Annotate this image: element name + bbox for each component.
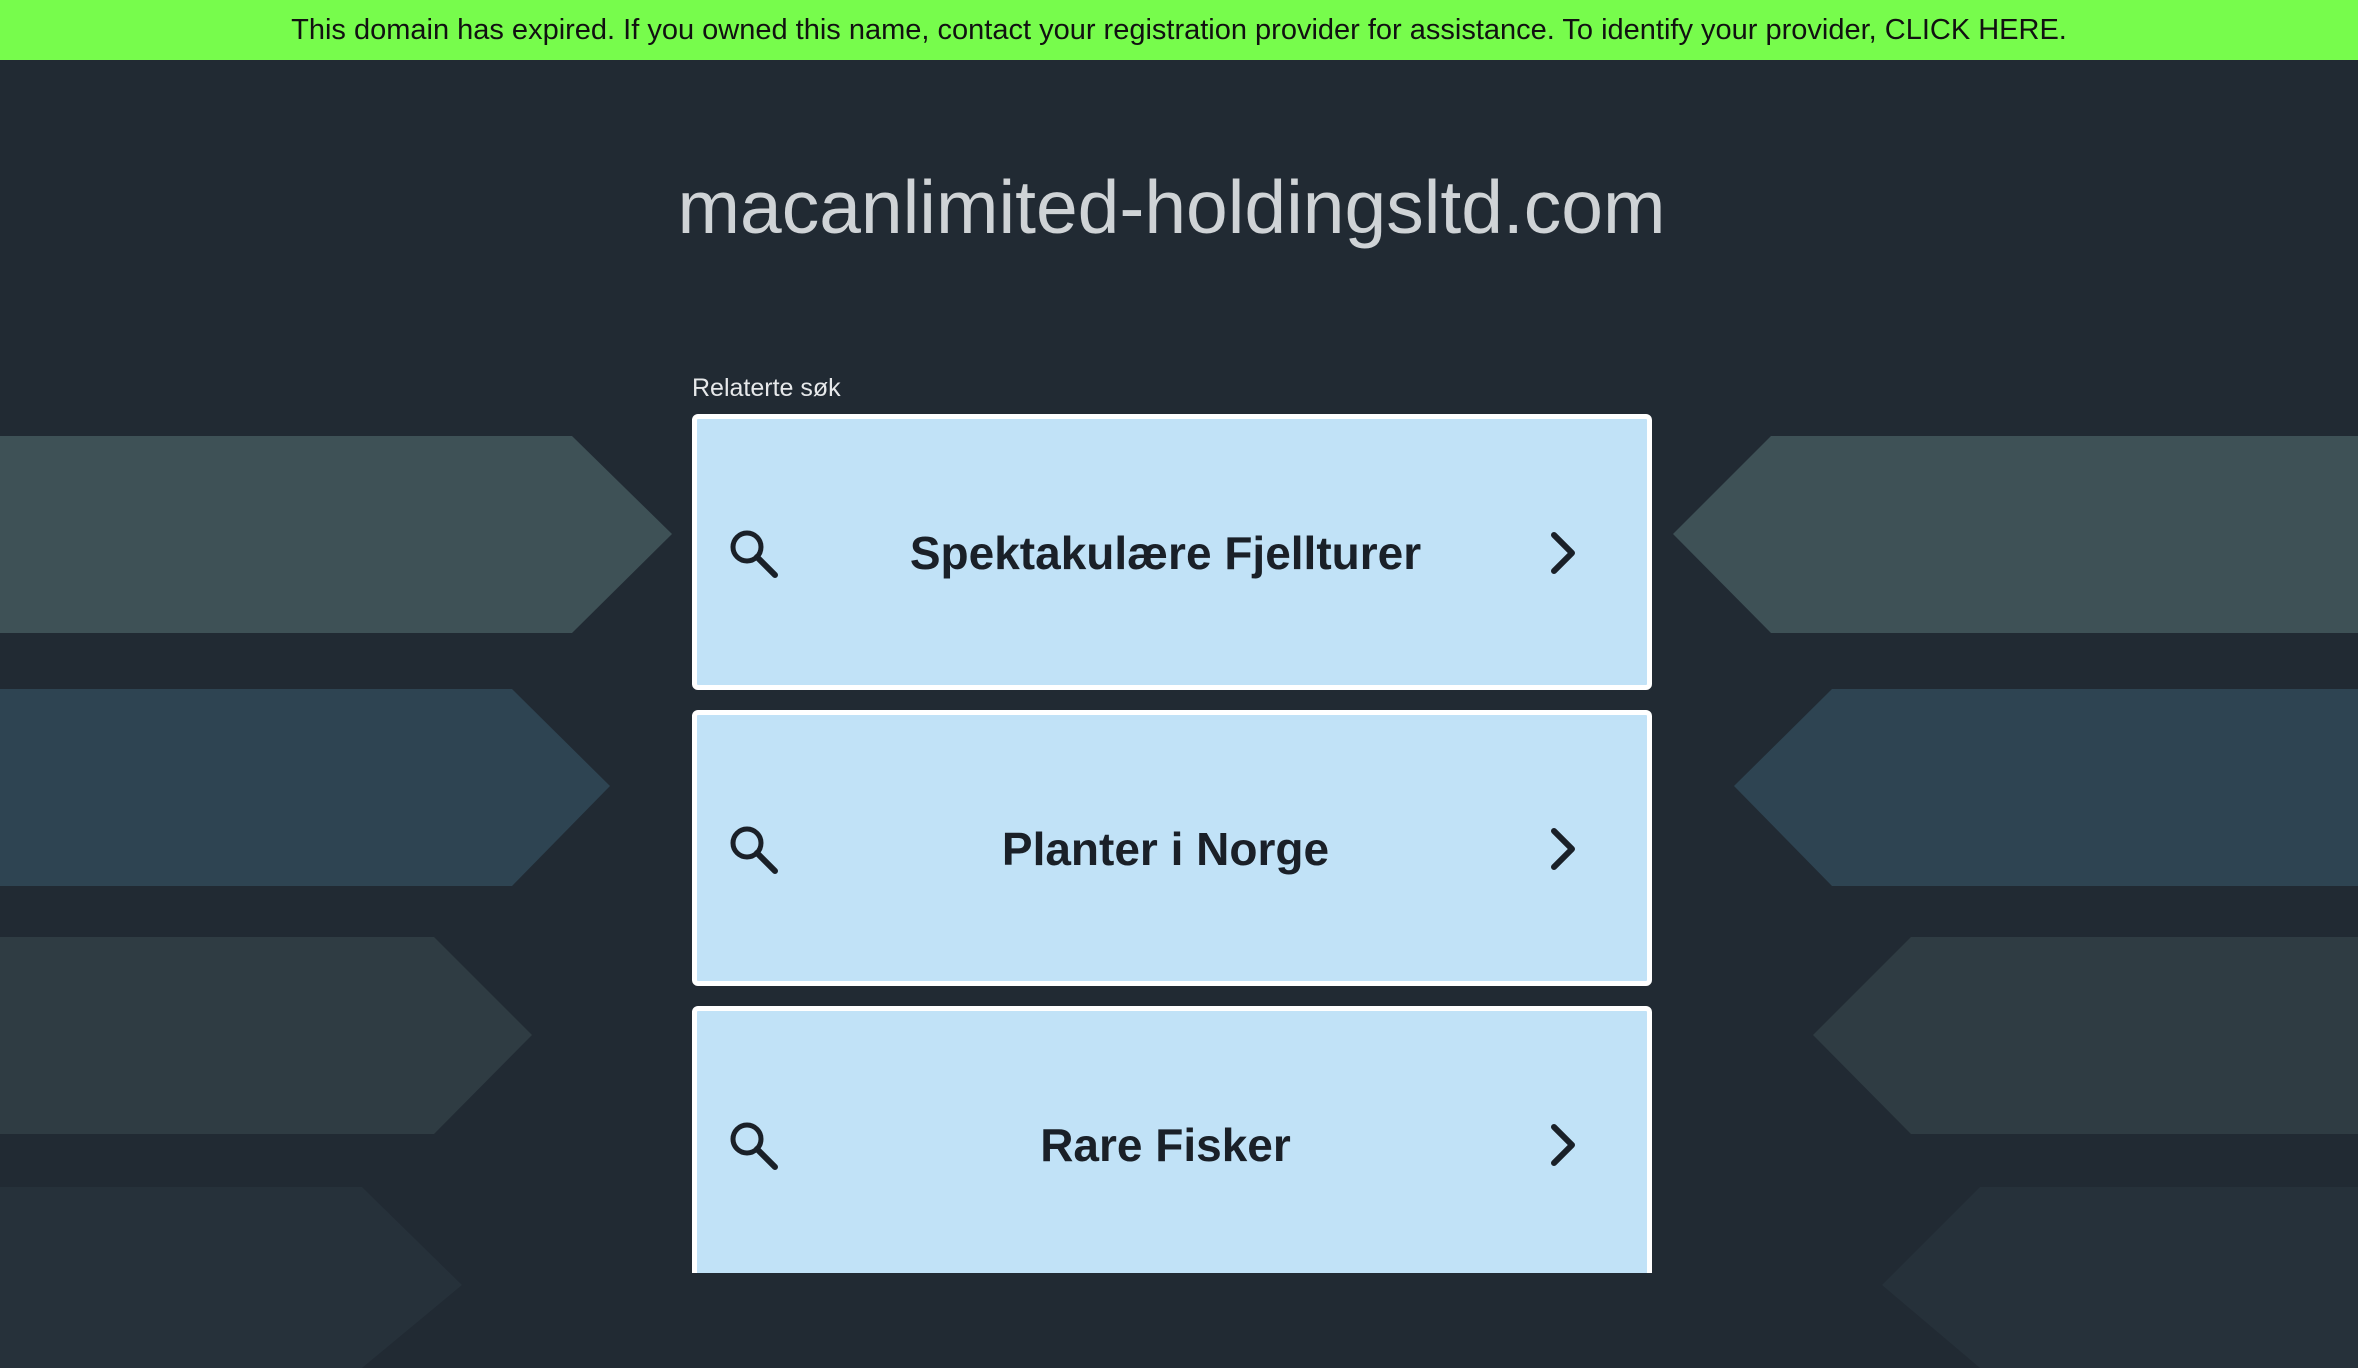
right-arrow-3 xyxy=(1813,937,2358,1134)
related-link-spektakulaere-fjellturer[interactable]: Spektakulære Fjellturer xyxy=(692,414,1652,690)
related-searches-label: Relaterte søk xyxy=(692,374,841,402)
right-arrow-4 xyxy=(1882,1187,2358,1368)
related-link-planter-i-norge[interactable]: Planter i Norge xyxy=(692,710,1652,986)
left-arrow-1 xyxy=(0,436,672,633)
right-arrow-2 xyxy=(1734,689,2358,886)
chevron-right-icon xyxy=(1551,1124,1575,1166)
domain-title: macanlimited-holdingsltd.com xyxy=(677,165,1666,249)
banner-text: This domain has expired. If you owned th… xyxy=(291,13,2067,46)
related-link-label: Rare Fisker xyxy=(1040,1119,1291,1171)
right-arrow-1 xyxy=(1673,436,2358,633)
left-arrow-3 xyxy=(0,937,532,1134)
expired-domain-banner[interactable]: This domain has expired. If you owned th… xyxy=(0,0,2358,60)
chevron-right-icon xyxy=(1551,532,1575,574)
related-link-label: Planter i Norge xyxy=(1001,823,1330,875)
related-link-label: Spektakulære Fjellturer xyxy=(909,527,1422,579)
left-arrow-4 xyxy=(0,1187,462,1368)
related-link-rare-fisker[interactable]: Rare Fisker xyxy=(692,1006,1652,1273)
page: This domain has expired. If you owned th… xyxy=(0,0,2358,1368)
left-arrow-2 xyxy=(0,689,610,886)
related-links-list: Spektakulære Fjellturer Planter i Norge … xyxy=(692,414,1652,1273)
chevron-right-icon xyxy=(1551,828,1575,870)
